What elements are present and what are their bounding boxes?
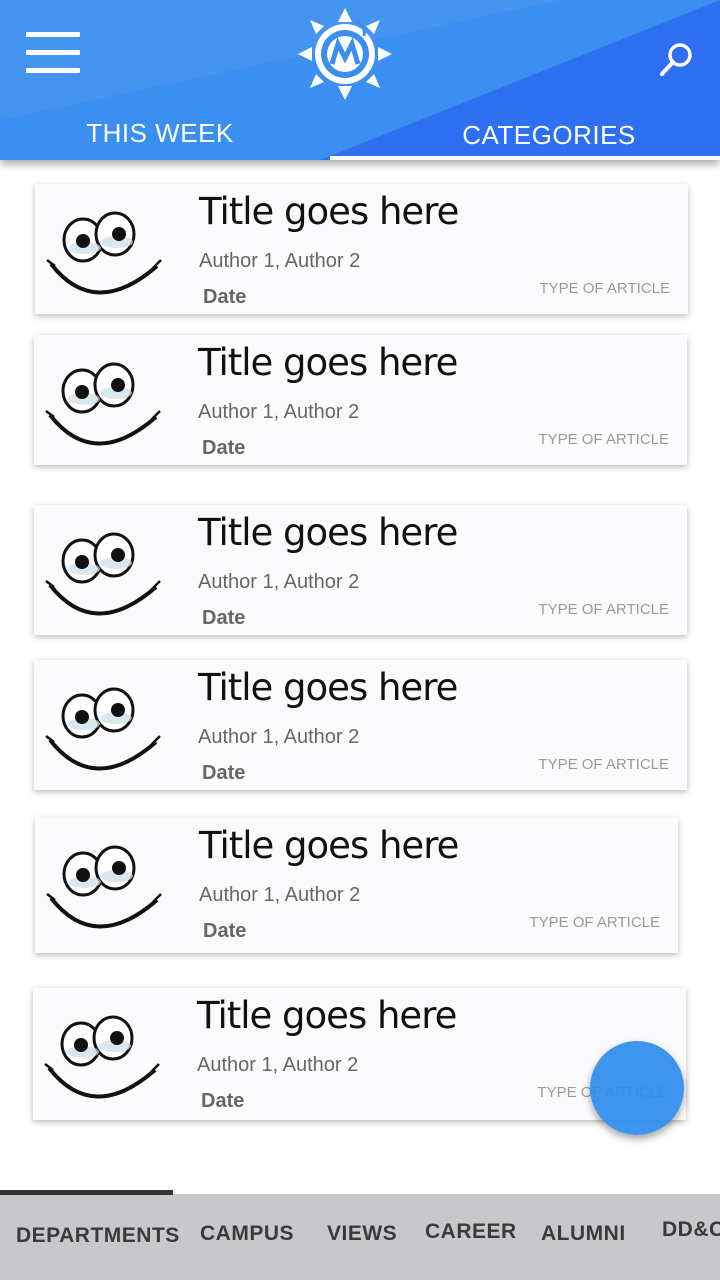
- article-card[interactable]: Title goes here Author 1, Author 2 Date …: [35, 818, 678, 953]
- smiley-face-icon: [43, 1006, 163, 1106]
- sun-logo-icon: [298, 8, 392, 100]
- bottom-category-nav: DEPARTMENTS CAMPUS VIEWS CAREER ALUMNI D…: [0, 1190, 720, 1280]
- smiley-face-icon: [45, 836, 165, 936]
- smiley-face-icon: [44, 678, 164, 778]
- article-authors: Author 1, Author 2: [199, 884, 361, 906]
- article-date: Date: [203, 286, 247, 308]
- article-authors: Author 1, Author 2: [199, 250, 361, 272]
- article-type: TYPE OF ARTICLE: [538, 756, 669, 773]
- article-type: TYPE OF ARTICLE: [538, 601, 669, 618]
- tab-this-week[interactable]: THIS WEEK: [0, 118, 320, 149]
- article-type: TYPE OF ARTICLE: [529, 914, 660, 931]
- tab-categories[interactable]: CATEGORIES: [380, 120, 718, 151]
- article-title: Title goes here: [199, 190, 459, 233]
- article-card[interactable]: Title goes here Author 1, Author 2 Date …: [34, 660, 687, 790]
- search-icon[interactable]: [658, 40, 696, 78]
- nav-alumni[interactable]: ALUMNI: [541, 1222, 626, 1246]
- nav-career[interactable]: CAREER: [425, 1220, 517, 1244]
- active-tab-indicator: [330, 156, 720, 160]
- smiley-face-icon: [44, 523, 164, 623]
- article-card[interactable]: Title goes here Author 1, Author 2 Date …: [35, 184, 688, 314]
- article-authors: Author 1, Author 2: [197, 1054, 359, 1076]
- nav-ddc[interactable]: DD&C: [662, 1218, 720, 1242]
- article-date: Date: [201, 1090, 245, 1112]
- floating-action-button[interactable]: [590, 1041, 684, 1135]
- article-date: Date: [202, 762, 246, 784]
- article-date: Date: [203, 920, 247, 942]
- article-title: Title goes here: [198, 666, 458, 709]
- article-title: Title goes here: [197, 994, 457, 1037]
- nav-views[interactable]: VIEWS: [327, 1222, 397, 1246]
- active-nav-indicator: [0, 1190, 173, 1195]
- nav-departments[interactable]: DEPARTMENTS: [16, 1224, 180, 1248]
- article-date: Date: [202, 437, 246, 459]
- nav-campus[interactable]: CAMPUS: [200, 1222, 294, 1246]
- app-header: THIS WEEK CATEGORIES: [0, 0, 720, 160]
- hamburger-menu-icon[interactable]: [26, 32, 82, 76]
- article-card[interactable]: Title goes here Author 1, Author 2 Date …: [34, 335, 687, 465]
- article-authors: Author 1, Author 2: [198, 726, 360, 748]
- article-card[interactable]: Title goes here Author 1, Author 2 Date …: [33, 988, 686, 1120]
- article-title: Title goes here: [198, 511, 458, 554]
- article-type: TYPE OF ARTICLE: [538, 431, 669, 448]
- article-authors: Author 1, Author 2: [198, 571, 360, 593]
- smiley-face-icon: [44, 353, 164, 453]
- smiley-face-icon: [45, 202, 165, 302]
- article-type: TYPE OF ARTICLE: [539, 280, 670, 297]
- article-authors: Author 1, Author 2: [198, 401, 360, 423]
- article-card[interactable]: Title goes here Author 1, Author 2 Date …: [34, 505, 687, 635]
- article-date: Date: [202, 607, 246, 629]
- article-title: Title goes here: [199, 824, 459, 867]
- article-title: Title goes here: [198, 341, 458, 384]
